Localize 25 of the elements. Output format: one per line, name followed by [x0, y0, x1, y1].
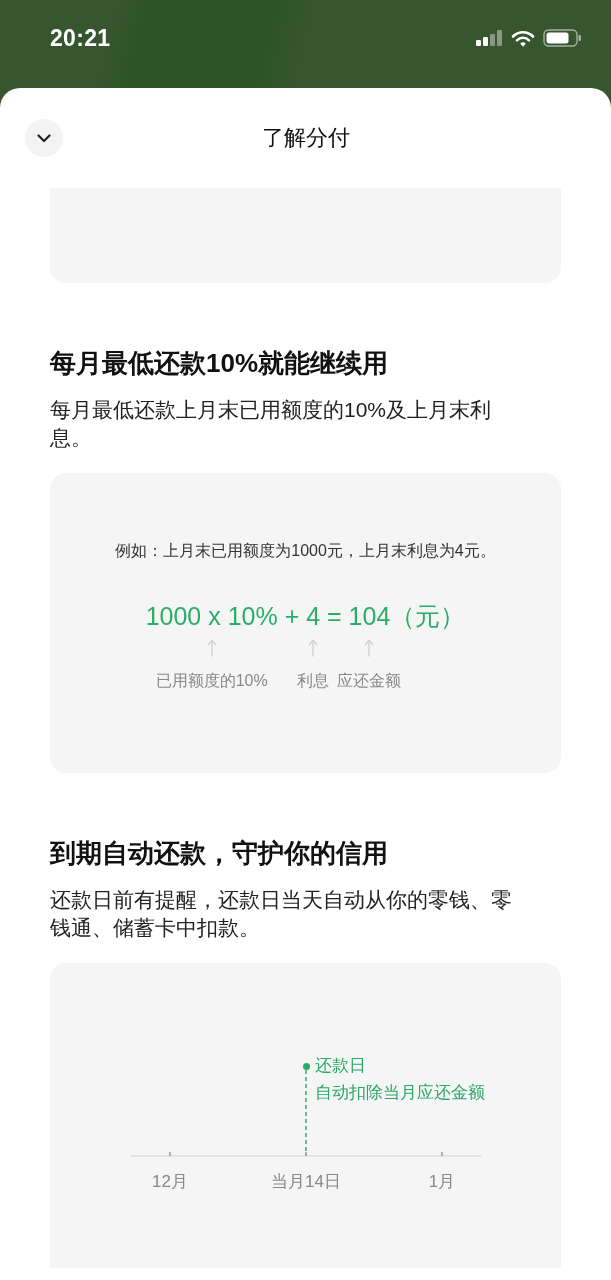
- wifi-icon: [511, 29, 535, 47]
- section-heading: 每月最低还款10%就能继续用: [50, 347, 390, 380]
- up-arrow-icon: [308, 639, 319, 657]
- section-description: 还款日前有提醒，还款日当天自动从你的零钱、零钱通、储蓄卡中扣款。: [50, 887, 513, 941]
- up-arrow-icon: [364, 639, 375, 657]
- section-description: 每月最低还款上月末已用额度的10%及上月末利息。: [50, 397, 493, 451]
- up-arrow-icon: [206, 639, 217, 657]
- timeline-label: 当月14日: [270, 1171, 342, 1193]
- formula-label: 应还金额: [337, 671, 402, 691]
- chevron-down-icon: [37, 133, 51, 143]
- signal-icon: [476, 30, 503, 46]
- timeline-label: 1月: [427, 1171, 457, 1193]
- formula-text: 1000 x 10% + 4 = 104（元）: [144, 601, 467, 632]
- battery-icon: [543, 29, 582, 47]
- example-text: 例如：上月末已用额度为1000元，上月末利息为4元。: [114, 541, 497, 561]
- section-heading: 到期自动还款，守护你的信用: [50, 837, 389, 870]
- timeline-label: 12月: [151, 1171, 189, 1193]
- status-time: 20:21: [50, 24, 111, 52]
- formula-label: 已用额度的10%: [155, 671, 268, 691]
- page-title: 了解分付: [261, 124, 350, 152]
- event-detail: 自动扣除当月应还金额: [315, 1082, 485, 1104]
- event-title: 还款日: [315, 1055, 367, 1077]
- marker-dot-icon: [302, 1062, 310, 1070]
- collapse-button[interactable]: [25, 119, 63, 157]
- formula-label: 利息: [297, 671, 330, 691]
